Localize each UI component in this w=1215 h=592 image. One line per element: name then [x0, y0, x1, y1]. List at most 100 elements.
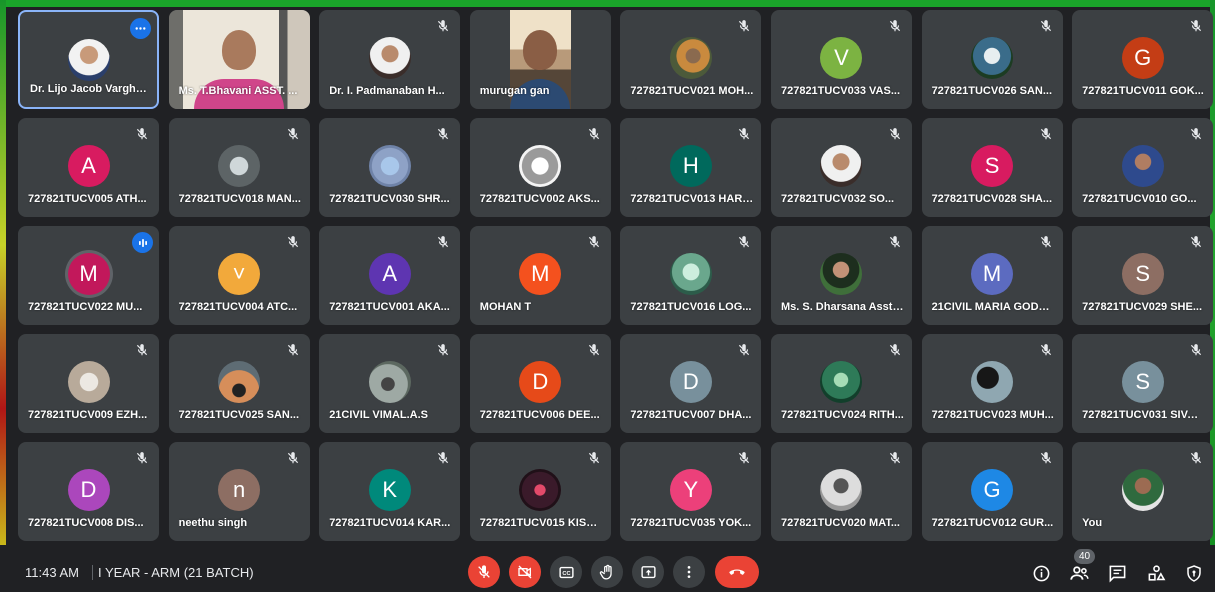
mic-off-icon — [587, 451, 601, 465]
meeting-details-button[interactable] — [1030, 562, 1052, 584]
participant-tile[interactable]: M 727821TUCV022 MU... — [18, 226, 159, 325]
participant-avatar-initial: V — [820, 37, 863, 79]
participant-tile[interactable]: Dr. Lijo Jacob Varghe... — [18, 10, 159, 109]
participant-avatar-initial: ˅ — [218, 253, 261, 295]
mic-off-icon — [888, 451, 902, 465]
more-options-button[interactable] — [673, 556, 705, 588]
participant-tile[interactable]: 727821TUCV023 MUH... — [921, 334, 1063, 433]
host-controls-button[interactable] — [1183, 562, 1205, 584]
participant-avatar-photo — [820, 469, 863, 511]
participant-avatar-photo — [820, 145, 863, 187]
participant-tile[interactable]: ˅ 727821TUCV004 ATC... — [168, 226, 310, 325]
mic-off-icon — [888, 235, 902, 249]
participant-tile[interactable]: 727821TUCV030 SHR... — [319, 118, 461, 217]
participant-tile[interactable]: n neethu singh — [168, 442, 310, 541]
mic-toggle-button[interactable] — [468, 556, 500, 588]
participant-name: Dr. Lijo Jacob Varghe... — [30, 83, 149, 95]
participant-tile[interactable]: 727821TUCV010 GO... — [1072, 118, 1214, 217]
participant-name: Dr. I. Padmanaban H... — [329, 85, 445, 97]
participant-avatar-initial: D — [519, 361, 562, 403]
participant-avatar-photo — [669, 37, 712, 79]
participant-avatar-initial: G — [1121, 37, 1164, 79]
participant-name: 727821TUCV025 SAN... — [178, 409, 300, 421]
leave-call-button[interactable] — [715, 556, 759, 588]
participant-tile[interactable]: H 727821TUCV013 HARI... — [620, 118, 762, 217]
participant-tile[interactable]: 727821TUCV018 MAN... — [168, 118, 310, 217]
participant-name: 21CIVIL MARIA GODS... — [931, 301, 1055, 313]
participant-tile[interactable]: 727821TUCV002 AKS... — [469, 118, 611, 217]
mic-off-icon — [737, 127, 751, 141]
participant-tile[interactable]: 727821TUCV009 EZH... — [18, 334, 159, 433]
present-now-button[interactable] — [632, 556, 664, 588]
participant-tile[interactable]: A 727821TUCV001 AKA... — [319, 226, 461, 325]
participant-avatar-initial: M — [67, 253, 110, 295]
present-icon — [640, 565, 656, 578]
mic-off-icon — [888, 127, 902, 141]
participant-tile[interactable]: A 727821TUCV005 ATH... — [18, 118, 159, 217]
participant-avatar-initial: S — [1121, 361, 1164, 403]
activities-button[interactable] — [1145, 562, 1167, 584]
participant-tile[interactable]: D 727821TUCV007 DHA... — [620, 334, 762, 433]
people-icon — [1069, 565, 1089, 580]
participant-tile[interactable]: 727821TUCV021 MOH... — [620, 10, 762, 109]
participant-tile[interactable]: murugan gan — [469, 10, 611, 109]
participant-name: 727821TUCV002 AKS... — [479, 193, 600, 205]
participant-tile[interactable]: S 727821TUCV029 SHE... — [1072, 226, 1214, 325]
participant-tile[interactable]: M 21CIVIL MARIA GODS... — [921, 226, 1063, 325]
participant-avatar-initial: M — [971, 253, 1014, 295]
participant-tile[interactable]: Ms. T.Bhavani ASST. ... — [168, 10, 310, 109]
mic-off-icon — [1189, 343, 1203, 357]
chat-icon — [1109, 565, 1125, 583]
meeting-title: I YEAR - ARM (21 BATCH) — [98, 565, 254, 580]
participant-tile[interactable]: Y 727821TUCV035 YOK... — [620, 442, 762, 541]
participant-name: 727821TUCV001 AKA... — [329, 301, 450, 313]
participant-tile[interactable]: D 727821TUCV008 DIS... — [18, 442, 159, 541]
participant-tile[interactable]: 727821TUCV015 KISH... — [469, 442, 611, 541]
camera-toggle-button[interactable] — [509, 556, 541, 588]
participant-tile[interactable]: D 727821TUCV006 DEE... — [469, 334, 611, 433]
participant-name: 727821TUCV030 SHR... — [329, 193, 450, 205]
participant-tile[interactable]: Ms. S. Dharsana Asst ... — [770, 226, 912, 325]
participant-avatar-photo — [971, 37, 1014, 79]
participant-tile[interactable]: 727821TUCV020 MAT... — [770, 442, 912, 541]
participant-tile[interactable]: 727821TUCV025 SAN... — [168, 334, 310, 433]
participant-avatar-photo — [971, 361, 1014, 403]
raise-hand-button[interactable] — [591, 556, 623, 588]
mic-off-icon — [436, 19, 450, 33]
participant-name: You — [1082, 517, 1103, 529]
participant-tile[interactable]: S 727821TUCV031 SIVA ... — [1072, 334, 1214, 433]
participant-name: 727821TUCV033 VAS... — [780, 85, 900, 97]
participant-name: 727821TUCV010 GO... — [1082, 193, 1197, 205]
participant-avatar-photo — [218, 145, 261, 187]
mic-off-icon — [737, 451, 751, 465]
participant-tile[interactable]: G 727821TUCV012 GUR... — [921, 442, 1063, 541]
participant-avatar-initial: K — [368, 469, 411, 511]
participant-name: 727821TUCV015 KISH... — [479, 517, 603, 529]
tile-more-options-icon[interactable] — [130, 18, 151, 39]
participant-tile[interactable]: 727821TUCV032 SO... — [770, 118, 912, 217]
participant-name: 727821TUCV014 KAR... — [329, 517, 451, 529]
participant-tile[interactable]: 727821TUCV026 SAN... — [921, 10, 1063, 109]
people-button[interactable] — [1068, 562, 1090, 584]
captions-button[interactable]: CC — [550, 556, 582, 588]
mic-off-icon — [135, 127, 149, 141]
participant-tile[interactable]: Dr. I. Padmanaban H... — [319, 10, 461, 109]
chat-button[interactable] — [1106, 562, 1128, 584]
participant-tile[interactable]: 727821TUCV024 RITH... — [770, 334, 912, 433]
participant-tile[interactable]: M MOHAN T — [469, 226, 611, 325]
participant-tile[interactable]: V 727821TUCV033 VAS... — [770, 10, 912, 109]
participant-tile[interactable]: You — [1072, 442, 1214, 541]
participant-tile[interactable]: K 727821TUCV014 KAR... — [319, 442, 461, 541]
participant-name: 727821TUCV029 SHE... — [1082, 301, 1203, 313]
participant-tile[interactable]: 727821TUCV016 LOG... — [620, 226, 762, 325]
participant-avatar-initial: A — [368, 253, 411, 295]
participant-avatar-initial: A — [67, 145, 110, 187]
participant-tile[interactable]: S 727821TUCV028 SHA... — [921, 118, 1063, 217]
participant-tile[interactable]: 21CIVIL VIMAL.A.S — [319, 334, 461, 433]
participant-tile[interactable]: G 727821TUCV011 GOK... — [1072, 10, 1214, 109]
participant-name: 727821TUCV024 RITH... — [780, 409, 904, 421]
participant-name: 727821TUCV012 GUR... — [931, 517, 1054, 529]
participant-name: 727821TUCV011 GOK... — [1082, 85, 1204, 97]
participant-avatar-photo — [1121, 145, 1164, 187]
raise-hand-icon — [599, 564, 612, 580]
